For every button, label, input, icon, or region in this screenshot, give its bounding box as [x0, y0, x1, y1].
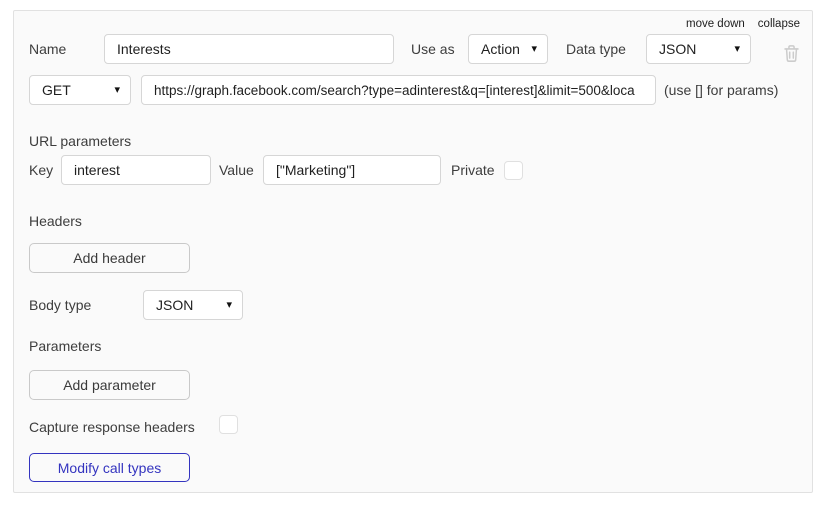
parameters-title: Parameters: [29, 336, 101, 356]
delete-call-button[interactable]: [782, 44, 801, 68]
http-method-selected: GET: [42, 82, 71, 98]
name-label: Name: [29, 34, 66, 64]
params-hint: (use [] for params): [664, 75, 778, 105]
capture-response-headers-checkbox[interactable]: [219, 415, 238, 434]
chevron-down-icon: ▾: [734, 44, 740, 55]
move-down-link[interactable]: move down: [686, 18, 745, 30]
collapse-link[interactable]: collapse: [758, 18, 800, 30]
chevron-down-icon: ▾: [531, 44, 537, 55]
headers-title: Headers: [29, 211, 82, 231]
body-type-selected: JSON: [156, 297, 193, 313]
panel-actions: move down collapse: [686, 18, 800, 30]
modify-call-types-button[interactable]: Modify call types: [29, 453, 190, 482]
chevron-down-icon: ▾: [114, 85, 120, 96]
trash-icon: [782, 44, 801, 63]
key-label: Key: [29, 155, 53, 185]
add-parameter-button[interactable]: Add parameter: [29, 370, 190, 400]
value-label: Value: [219, 155, 254, 185]
data-type-dropdown[interactable]: JSON ▾: [646, 34, 751, 64]
param-key-input[interactable]: [61, 155, 211, 185]
capture-response-headers-label: Capture response headers: [29, 417, 195, 437]
add-header-button[interactable]: Add header: [29, 243, 190, 273]
body-type-label: Body type: [29, 290, 91, 320]
name-input[interactable]: [104, 34, 394, 64]
http-method-dropdown[interactable]: GET ▾: [29, 75, 131, 105]
use-as-dropdown[interactable]: Action ▾: [468, 34, 548, 64]
private-label: Private: [451, 155, 495, 185]
param-value-input[interactable]: [263, 155, 441, 185]
url-input[interactable]: [141, 75, 656, 105]
private-checkbox[interactable]: [504, 161, 523, 180]
chevron-down-icon: ▾: [226, 300, 232, 311]
body-type-dropdown[interactable]: JSON ▾: [143, 290, 243, 320]
data-type-label: Data type: [566, 34, 626, 64]
data-type-selected: JSON: [659, 41, 696, 57]
use-as-selected: Action: [481, 41, 520, 57]
api-call-panel: move down collapse Name Use as Action ▾ …: [13, 10, 813, 493]
use-as-label: Use as: [411, 34, 455, 64]
url-parameters-title: URL parameters: [29, 131, 131, 151]
